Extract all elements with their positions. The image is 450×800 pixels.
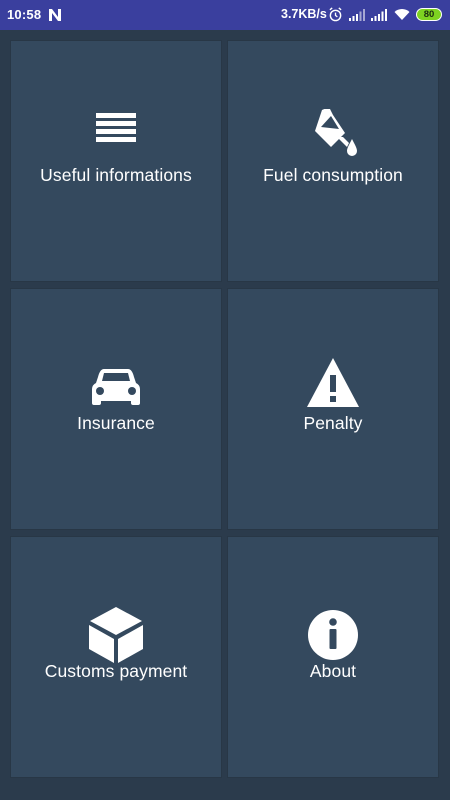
list-icon bbox=[96, 113, 136, 142]
tile-label: Useful informations bbox=[40, 165, 192, 185]
useful-informations-tile[interactable]: Useful informations bbox=[10, 40, 222, 282]
alarm-icon bbox=[329, 7, 342, 22]
customs-payment-tile[interactable]: Customs payment bbox=[10, 536, 222, 778]
tile-label: Penalty bbox=[303, 413, 363, 433]
signal-icon bbox=[371, 9, 387, 21]
wifi-icon bbox=[394, 9, 410, 20]
fuel-consumption-tile[interactable]: Fuel consumption bbox=[227, 40, 439, 282]
tile-label: Insurance bbox=[77, 413, 155, 433]
status-bar: 10:58 3.7KB/s 80 bbox=[0, 0, 450, 30]
info-icon bbox=[308, 610, 358, 660]
about-tile[interactable]: About bbox=[227, 536, 439, 778]
n-icon bbox=[49, 9, 61, 21]
tile-label: Customs payment bbox=[44, 661, 188, 681]
menu-grid: Useful informations Fuel consumption Ins… bbox=[10, 40, 440, 780]
car-icon bbox=[92, 369, 140, 405]
paint-bucket-icon bbox=[315, 109, 357, 156]
tile-label: Fuel consumption bbox=[263, 165, 403, 185]
battery-indicator: 80 bbox=[416, 8, 442, 21]
insurance-tile[interactable]: Insurance bbox=[10, 288, 222, 530]
penalty-tile[interactable]: Penalty bbox=[227, 288, 439, 530]
status-time: 10:58 bbox=[7, 7, 42, 22]
warning-icon bbox=[307, 358, 359, 407]
box-icon bbox=[89, 607, 143, 663]
tile-label: About bbox=[309, 661, 357, 681]
signal-icon bbox=[349, 9, 365, 21]
network-speed: 3.7KB/s bbox=[281, 7, 327, 21]
